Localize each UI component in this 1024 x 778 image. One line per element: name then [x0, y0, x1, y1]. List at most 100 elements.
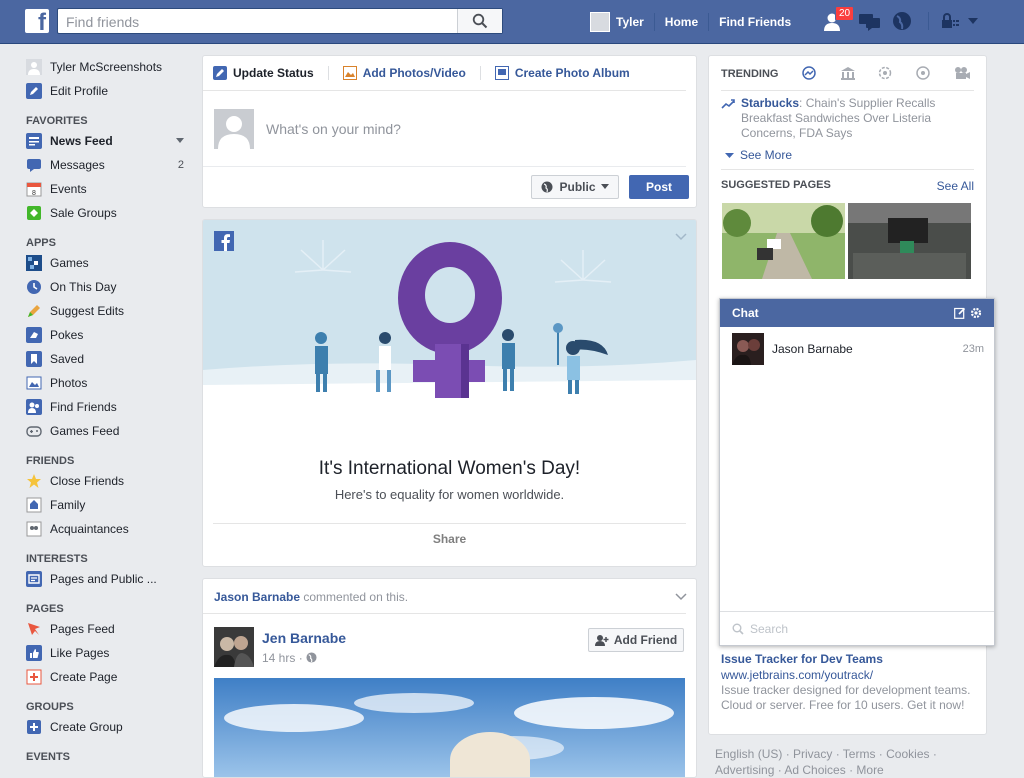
- user-avatar[interactable]: [590, 11, 610, 32]
- ad-title-link[interactable]: Issue Tracker for Dev Teams: [721, 652, 883, 666]
- story-author-avatar[interactable]: [214, 627, 254, 667]
- chat-search-bar[interactable]: Search: [720, 611, 994, 645]
- pages-public-icon: [26, 571, 42, 587]
- composer-body[interactable]: What's on your mind?: [203, 91, 686, 167]
- suggested-page-thumb-1[interactable]: [722, 203, 845, 279]
- notifications-globe-icon[interactable]: [892, 11, 912, 31]
- pages-feed-icon: [26, 621, 42, 637]
- sidebar-item-games-feed[interactable]: Games Feed: [26, 419, 186, 443]
- sidebar-item-label: Sale Groups: [50, 206, 117, 220]
- nav-user-name[interactable]: Tyler: [616, 15, 644, 29]
- sidebar-item-events[interactable]: 8 Events: [26, 177, 186, 201]
- photo-icon: [342, 66, 357, 80]
- top-nav: Tyler Home Find Friends: [590, 0, 791, 43]
- messages-icon[interactable]: [858, 12, 882, 32]
- suggested-pages-title: SUGGESTED PAGES: [721, 179, 831, 191]
- sidebar-item-pokes[interactable]: Pokes: [26, 323, 186, 347]
- chat-title: Chat: [732, 306, 759, 320]
- sidebar-section-events: EVENTS: [26, 751, 71, 763]
- suggested-see-all-link[interactable]: See All: [937, 179, 974, 193]
- facebook-logo-icon[interactable]: f: [25, 9, 49, 33]
- sidebar-section-pages: PAGES: [26, 603, 64, 615]
- sidebar-item-sale-groups[interactable]: Sale Groups: [26, 201, 186, 225]
- sidebar-item-games[interactable]: Games: [26, 251, 186, 275]
- chat-contact-row[interactable]: Jason Barnabe 23m: [732, 333, 984, 365]
- trending-top-icon[interactable]: [802, 66, 816, 80]
- sidebar-item-saved[interactable]: Saved: [26, 347, 186, 371]
- news-feed-options-chevron-icon[interactable]: [176, 135, 184, 147]
- sidebar-item-pages-and-public[interactable]: Pages and Public ...: [26, 567, 186, 591]
- sidebar-item-label: Messages: [50, 158, 105, 172]
- feed-story: Jason Barnabe commented on this. Jen Bar…: [202, 578, 697, 778]
- nav-find-friends-link[interactable]: Find Friends: [719, 15, 791, 29]
- privacy-shortcuts-icon[interactable]: [940, 13, 960, 29]
- album-icon: [494, 66, 509, 80]
- chat-compose-icon[interactable]: [954, 307, 966, 319]
- sidebar-item-label: News Feed: [50, 134, 113, 148]
- sidebar-item-messages[interactable]: Messages 2: [26, 153, 186, 177]
- account-menu-chevron-icon[interactable]: [967, 17, 979, 25]
- add-friend-button[interactable]: Add Friend: [588, 628, 684, 652]
- trending-sports-icon[interactable]: [916, 66, 930, 80]
- sidebar-item-label: Photos: [50, 376, 88, 390]
- chat-contact-avatar: [732, 333, 764, 365]
- sidebar-profile[interactable]: Tyler McScreenshots: [26, 55, 186, 79]
- womens-day-subtitle: Here's to equality for women worldwide.: [334, 487, 565, 502]
- ad-url-link[interactable]: www.jetbrains.com/youtrack/: [721, 668, 873, 682]
- sidebar-item-label: Pokes: [50, 328, 84, 342]
- trending-category-tabs: [802, 66, 992, 80]
- sidebar-item-acquaintances[interactable]: Acquaintances: [26, 517, 186, 541]
- sidebar-item-create-page[interactable]: Create Page: [26, 665, 186, 689]
- post-button[interactable]: Post: [629, 175, 689, 199]
- messages-icon: [26, 157, 42, 173]
- tab-add-photos[interactable]: Add Photos/Video: [342, 66, 466, 80]
- chat-window: Chat Jason Barnabe 23m Search: [719, 298, 995, 646]
- events-icon: 8: [26, 181, 42, 197]
- sidebar-item-pages-feed[interactable]: Pages Feed: [26, 617, 186, 641]
- trending-item[interactable]: Starbucks: Chain's Supplier Recalls Brea…: [741, 96, 977, 141]
- story-author-name[interactable]: Jen Barnabe: [262, 630, 346, 646]
- games-feed-icon: [26, 423, 42, 439]
- nav-home-link[interactable]: Home: [665, 15, 698, 29]
- sidebar-item-close-friends[interactable]: Close Friends: [26, 469, 186, 493]
- suggest-edits-icon: [26, 303, 42, 319]
- story-timestamp[interactable]: 14 hrs ·: [262, 651, 317, 665]
- chat-settings-gear-icon[interactable]: [970, 307, 982, 319]
- trending-see-more-link[interactable]: See More: [725, 148, 792, 162]
- sidebar-item-create-group[interactable]: Create Group: [26, 715, 186, 739]
- sidebar-item-find-friends[interactable]: Find Friends: [26, 395, 186, 419]
- post-options-chevron-icon[interactable]: [675, 233, 687, 241]
- sidebar-item-news-feed[interactable]: News Feed: [26, 129, 186, 153]
- trending-science-icon[interactable]: [878, 66, 892, 80]
- share-button[interactable]: Share: [203, 532, 696, 546]
- privacy-selector-button[interactable]: Public: [531, 175, 619, 199]
- saved-icon: [26, 351, 42, 367]
- sidebar-item-label: Close Friends: [50, 474, 125, 488]
- composer-placeholder[interactable]: What's on your mind?: [266, 121, 401, 137]
- find-friends-icon: [26, 399, 42, 415]
- sidebar-item-suggest-edits[interactable]: Suggest Edits: [26, 299, 186, 323]
- footer-line-2[interactable]: Advertising · Ad Choices · More: [715, 762, 995, 778]
- sidebar-item-label: Like Pages: [50, 646, 110, 660]
- search-input[interactable]: [64, 9, 458, 35]
- trending-entertainment-icon[interactable]: [954, 66, 970, 80]
- sidebar-item-like-pages[interactable]: Like Pages: [26, 641, 186, 665]
- sidebar-item-label: Find Friends: [50, 400, 117, 414]
- story-photo[interactable]: [214, 678, 685, 778]
- sidebar-edit-profile[interactable]: Edit Profile: [26, 79, 186, 103]
- sidebar-item-on-this-day[interactable]: On This Day: [26, 275, 186, 299]
- sidebar-item-family[interactable]: Family: [26, 493, 186, 517]
- chat-header[interactable]: Chat: [720, 299, 994, 327]
- tab-update-status[interactable]: Update Status: [213, 66, 314, 80]
- sidebar-profile-name: Tyler McScreenshots: [50, 60, 163, 74]
- on-this-day-icon: [26, 279, 42, 295]
- trending-politics-icon[interactable]: [840, 66, 855, 80]
- story-actor-link[interactable]: Jason Barnabe: [214, 590, 300, 604]
- sidebar-section-groups: GROUPS: [26, 701, 74, 713]
- search-button[interactable]: [457, 9, 502, 33]
- sidebar-item-photos[interactable]: Photos: [26, 371, 186, 395]
- footer-line-1[interactable]: English (US) · Privacy · Terms · Cookies…: [715, 746, 995, 762]
- tab-create-album[interactable]: Create Photo Album: [494, 66, 630, 80]
- suggested-page-thumb-2[interactable]: [848, 203, 971, 279]
- story-options-chevron-icon[interactable]: [675, 593, 687, 601]
